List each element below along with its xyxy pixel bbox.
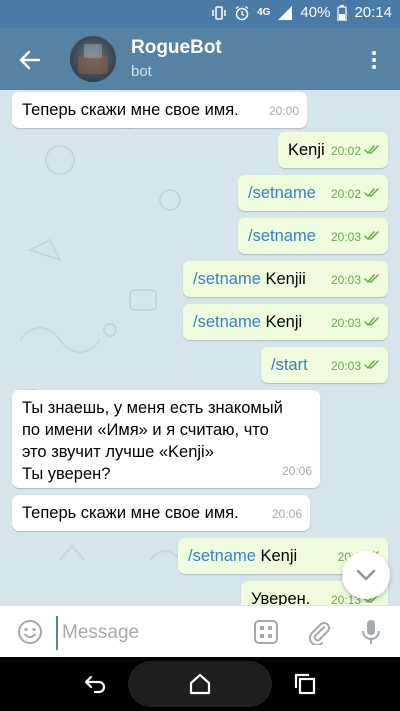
more-vertical-icon bbox=[372, 51, 376, 69]
microphone-icon bbox=[362, 620, 380, 644]
message-meta: 20:02 bbox=[331, 183, 380, 205]
more-menu-button[interactable] bbox=[362, 46, 386, 74]
alarm-icon bbox=[234, 5, 250, 21]
message-meta: 20:03 bbox=[331, 312, 380, 334]
outgoing-message[interactable]: /setname 20:03 bbox=[238, 218, 388, 254]
nav-recents-icon bbox=[294, 673, 316, 695]
read-checkmarks-icon bbox=[364, 312, 380, 334]
message-line: по имени «Имя» и я считаю, что bbox=[22, 421, 269, 439]
message-text: Теперь скажи мне свое имя. bbox=[22, 504, 239, 522]
emoji-button[interactable] bbox=[16, 618, 44, 646]
clock: 20:14 bbox=[354, 4, 392, 21]
message-text: Теперь скажи мне свое имя. bbox=[22, 101, 239, 119]
read-checkmarks-icon bbox=[364, 226, 380, 248]
chevron-down-icon bbox=[356, 569, 376, 581]
message-time: 20:06 bbox=[271, 507, 302, 521]
emoji-icon bbox=[18, 620, 42, 644]
message-meta: 20:00 bbox=[269, 100, 299, 122]
bot-command-link[interactable]: /setname bbox=[188, 547, 256, 565]
system-nav-bar bbox=[0, 657, 400, 711]
message-text-part: Kenjii bbox=[260, 270, 306, 288]
chat-subtitle: bot bbox=[131, 63, 152, 80]
message-time: 20:03 bbox=[330, 230, 361, 244]
bot-command-link[interactable]: /start bbox=[271, 356, 308, 374]
nav-back-icon bbox=[84, 675, 106, 694]
message-list[interactable]: Теперь скажи мне свое имя. 20:00 Kenji 20:0… bbox=[0, 90, 400, 605]
message-time: 20:03 bbox=[330, 359, 361, 373]
message-meta: 20:06 bbox=[272, 503, 302, 525]
message-meta: 20:02 bbox=[331, 140, 380, 162]
message-meta: 20:03 bbox=[331, 355, 380, 377]
outgoing-message[interactable]: /setname Kenji 20:03 bbox=[183, 304, 388, 340]
message-line: Ты уверен? bbox=[22, 465, 111, 483]
bot-command-link[interactable]: /setname bbox=[248, 184, 316, 202]
incoming-message[interactable]: Ты знаешь, у меня есть знакомый по имени … bbox=[12, 390, 320, 488]
outgoing-message[interactable]: /setname 20:02 bbox=[238, 175, 388, 211]
message-line: это звучит лучше «Kenji» bbox=[22, 443, 214, 461]
outgoing-message[interactable]: /start 20:03 bbox=[261, 347, 388, 383]
avatar[interactable] bbox=[70, 36, 116, 82]
read-checkmarks-icon bbox=[364, 183, 380, 205]
message-meta: 20:06 bbox=[282, 460, 312, 482]
read-checkmarks-icon bbox=[364, 355, 380, 377]
incoming-message[interactable]: Теперь скажи мне свое имя. 20:06 bbox=[12, 495, 310, 531]
chat-title[interactable]: RogueBot bbox=[131, 37, 222, 59]
paperclip-icon bbox=[308, 622, 330, 645]
bot-keyboard-icon bbox=[254, 620, 278, 644]
back-button[interactable] bbox=[14, 44, 46, 76]
read-checkmarks-icon bbox=[364, 269, 380, 291]
nav-home-button[interactable] bbox=[185, 669, 215, 699]
status-bar: 4G 40% 20:14 bbox=[0, 0, 400, 28]
message-text-part: Уверен. bbox=[251, 590, 311, 605]
message-time: 20:03 bbox=[330, 273, 361, 287]
message-text-part: Kenji bbox=[260, 313, 303, 331]
bot-keyboard-button[interactable] bbox=[252, 618, 280, 646]
outgoing-message[interactable]: /setname Kenjii 20:03 bbox=[183, 261, 388, 297]
attach-button[interactable] bbox=[305, 618, 333, 646]
message-time: 20:02 bbox=[330, 144, 361, 158]
bot-command-link[interactable]: /setname bbox=[193, 313, 261, 331]
message-composer bbox=[0, 605, 400, 658]
message-text-part: Kenji bbox=[255, 547, 298, 565]
outgoing-message[interactable]: Kenji 20:02 bbox=[278, 132, 388, 168]
voice-button[interactable] bbox=[357, 618, 385, 646]
message-time: 20:00 bbox=[268, 104, 299, 118]
message-meta: 20:03 bbox=[331, 226, 380, 248]
message-meta: 20:03 bbox=[331, 269, 380, 291]
message-text-part: Kenji bbox=[288, 141, 325, 159]
message-input[interactable] bbox=[56, 616, 244, 650]
message-time: 20:03 bbox=[330, 316, 361, 330]
message-time: 20:06 bbox=[281, 464, 312, 478]
incoming-message[interactable]: Теперь скажи мне свое имя. 20:00 bbox=[12, 92, 307, 128]
nav-back-button[interactable] bbox=[80, 669, 110, 699]
network-type: 4G bbox=[257, 7, 271, 18]
read-checkmarks-icon bbox=[364, 140, 380, 162]
arrow-left-icon bbox=[19, 50, 41, 70]
message-line: Ты знаешь, у меня есть знакомый bbox=[22, 399, 283, 417]
scroll-down-button[interactable] bbox=[342, 551, 390, 599]
nav-home-icon bbox=[189, 673, 211, 695]
battery-icon bbox=[337, 4, 348, 21]
nav-recents-button[interactable] bbox=[290, 669, 320, 699]
bot-command-link[interactable]: /setname bbox=[193, 270, 261, 288]
chat-header: RogueBot bot bbox=[0, 28, 400, 90]
signal-icon bbox=[277, 5, 293, 21]
battery-percent: 40% bbox=[300, 4, 331, 21]
bot-command-link[interactable]: /setname bbox=[248, 227, 316, 245]
message-time: 20:02 bbox=[330, 187, 361, 201]
vibrate-icon bbox=[211, 5, 227, 21]
message-text: Ты знаешь, у меня есть знакомый по имени … bbox=[22, 397, 310, 485]
